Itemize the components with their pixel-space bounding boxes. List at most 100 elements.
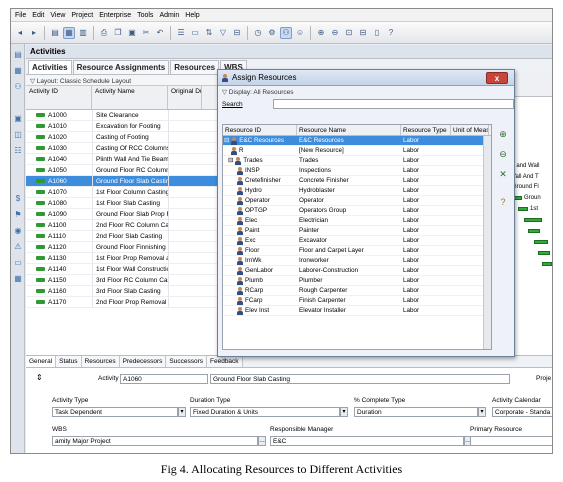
resource-row[interactable]: ⊟ Trades Trades Labor (223, 156, 491, 166)
chevron-down-icon[interactable]: ▾ (340, 407, 348, 417)
paste-icon[interactable]: ▣ (126, 27, 138, 39)
gantt-bar[interactable] (538, 251, 550, 255)
resource-row[interactable]: RCarp Rough Carpenter Labor (223, 286, 491, 296)
activity-calendar-field[interactable]: Corporate - Standa (492, 407, 552, 417)
wbs-icon[interactable]: ☷ (13, 146, 23, 156)
notebook-icon[interactable]: ▯ (371, 27, 383, 39)
resource-row[interactable]: Elev Inst Elevator Installer Labor (223, 306, 491, 316)
ellipsis-button[interactable]: … (258, 436, 266, 446)
funnel-icon[interactable]: ▽ (217, 27, 229, 39)
activity-id-field[interactable]: A1060 (120, 374, 208, 384)
tracking-icon[interactable]: ◫ (13, 130, 23, 140)
col-activity-name[interactable]: Activity Name (92, 86, 168, 109)
undo-icon[interactable]: ↶ (154, 27, 166, 39)
issues-icon[interactable]: ⚑ (13, 210, 23, 220)
resource-row[interactable]: IrnWk Ironworker Labor (223, 256, 491, 266)
remove-icon[interactable]: ⊖ (497, 148, 509, 160)
chevron-down-icon[interactable]: ▾ (178, 407, 186, 417)
resource-row[interactable]: Exc Excavator Labor (223, 236, 491, 246)
help-icon[interactable]: ? (497, 196, 509, 208)
risks-icon[interactable]: ⚠ (13, 242, 23, 252)
zoom-fit-icon[interactable]: ⊡ (343, 27, 355, 39)
resource-row[interactable]: Operator Operator Labor (223, 196, 491, 206)
col-unit-of-measure[interactable]: Unit of Measu (451, 125, 489, 135)
layout-icon[interactable]: ▤ (49, 27, 61, 39)
pct-complete-type-select[interactable]: Duration (354, 407, 478, 417)
cut-icon[interactable]: ✂ (140, 27, 152, 39)
menu-item-admin[interactable]: Admin (159, 12, 179, 19)
columns-icon[interactable]: ☰ (175, 27, 187, 39)
chevron-down-icon[interactable]: ▾ (478, 407, 486, 417)
assign-resources-icon[interactable]: ⚇ (280, 26, 292, 39)
tab-general[interactable]: General (26, 356, 57, 367)
tab-resources[interactable]: Resources (170, 60, 220, 74)
col-resource-name[interactable]: Resource Name (297, 125, 401, 135)
tab-resource-assignments[interactable]: Resource Assignments (72, 60, 170, 74)
resource-row[interactable]: INSP Inspections Labor (223, 166, 491, 176)
assign-roles-icon[interactable]: ☺ (294, 27, 306, 39)
zoom-out-icon[interactable]: ⊖ (329, 27, 341, 39)
calendar-icon[interactable]: ▦ (13, 274, 23, 284)
resource-row[interactable]: Hydro Hydroblaster Labor (223, 186, 491, 196)
copy-icon[interactable]: ❐ (112, 27, 124, 39)
resource-row[interactable]: Paint Painter Labor (223, 226, 491, 236)
menu-item-help[interactable]: Help (185, 12, 199, 19)
tab-resources-detail[interactable]: Resources (81, 356, 120, 367)
resource-row[interactable]: OPTGP Operators Group Labor (223, 206, 491, 216)
activity-type-select[interactable]: Task Dependent (52, 407, 178, 417)
tab-feedback[interactable]: Feedback (207, 356, 243, 367)
tab-predecessors[interactable]: Predecessors (119, 356, 167, 367)
collapse-icon[interactable]: ⊟ (224, 137, 229, 144)
responsible-manager-field[interactable]: E&C (270, 436, 464, 446)
nav-arrows-icon[interactable]: ⇕ (36, 373, 43, 382)
menu-item-edit[interactable]: Edit (32, 12, 44, 19)
bottom-layout-icon[interactable]: ⊟ (357, 27, 369, 39)
print-icon[interactable]: ⎙ (98, 27, 110, 39)
duration-type-select[interactable]: Fixed Duration & Units (190, 407, 340, 417)
documents-icon[interactable]: ▭ (13, 258, 23, 268)
group-icon[interactable]: ▥ (77, 27, 89, 39)
primary-resource-field[interactable] (470, 436, 552, 446)
resource-row[interactable]: R [New Resource] Labor (223, 146, 491, 156)
col-original-duration[interactable]: Original Duratio (168, 86, 202, 109)
tab-successors[interactable]: Successors (166, 356, 207, 367)
tab-status[interactable]: Status (56, 356, 82, 367)
col-resource-id[interactable]: Resource ID (223, 125, 297, 135)
resource-row[interactable]: Elec Electrician Labor (223, 216, 491, 226)
resource-row[interactable]: Cretefinisher Concrete Finisher Labor (223, 176, 491, 186)
reports-icon[interactable]: ▣ (13, 114, 23, 124)
assign-icon[interactable]: ⊕ (497, 128, 509, 140)
forward-icon[interactable]: ▸ (28, 27, 40, 39)
col-activity-id[interactable]: Activity ID (26, 86, 92, 109)
resources-icon[interactable]: ⚇ (13, 82, 23, 92)
filter-icon[interactable]: ▦ (63, 26, 75, 39)
activity-name-field[interactable]: Ground Floor Slab Casting (210, 374, 510, 384)
activities-icon[interactable]: ▦ (13, 66, 23, 76)
sort-icon[interactable]: ⇅ (203, 27, 215, 39)
thresholds-icon[interactable]: ◉ (13, 226, 23, 236)
level-icon[interactable]: ⚙ (266, 27, 278, 39)
resource-row[interactable]: ⊟ E&C Resources E&C Resources Labor (223, 136, 491, 146)
zoom-in-icon[interactable]: ⊕ (315, 27, 327, 39)
search-input[interactable] (272, 99, 514, 109)
resource-scrollbar[interactable] (483, 136, 491, 349)
timescale-icon[interactable]: ⊟ (231, 27, 243, 39)
close-dialog-icon[interactable]: ✕ (497, 168, 509, 180)
close-button[interactable]: x (486, 72, 508, 84)
resource-row[interactable]: FCarp Finish Carpenter Labor (223, 296, 491, 306)
menu-item-tools[interactable]: Tools (137, 12, 153, 19)
tab-activities[interactable]: Activities (28, 60, 72, 74)
menu-item-file[interactable]: File (15, 12, 26, 19)
resource-row[interactable]: GenLabor Laborer-Construction Labor (223, 266, 491, 276)
collapse-icon[interactable]: ⊟ (228, 157, 233, 164)
gantt-bar[interactable] (542, 262, 552, 266)
menu-item-project[interactable]: Project (71, 12, 93, 19)
gantt-bar[interactable] (518, 207, 528, 211)
gantt-bar[interactable] (534, 240, 548, 244)
menu-item-enterprise[interactable]: Enterprise (99, 12, 131, 19)
projects-icon[interactable]: ▤ (13, 50, 23, 60)
expenses-icon[interactable]: $ (13, 194, 23, 204)
col-resource-type[interactable]: Resource Type (401, 125, 451, 135)
schedule-icon[interactable]: ◷ (252, 27, 264, 39)
help-icon[interactable]: ? (385, 27, 397, 39)
